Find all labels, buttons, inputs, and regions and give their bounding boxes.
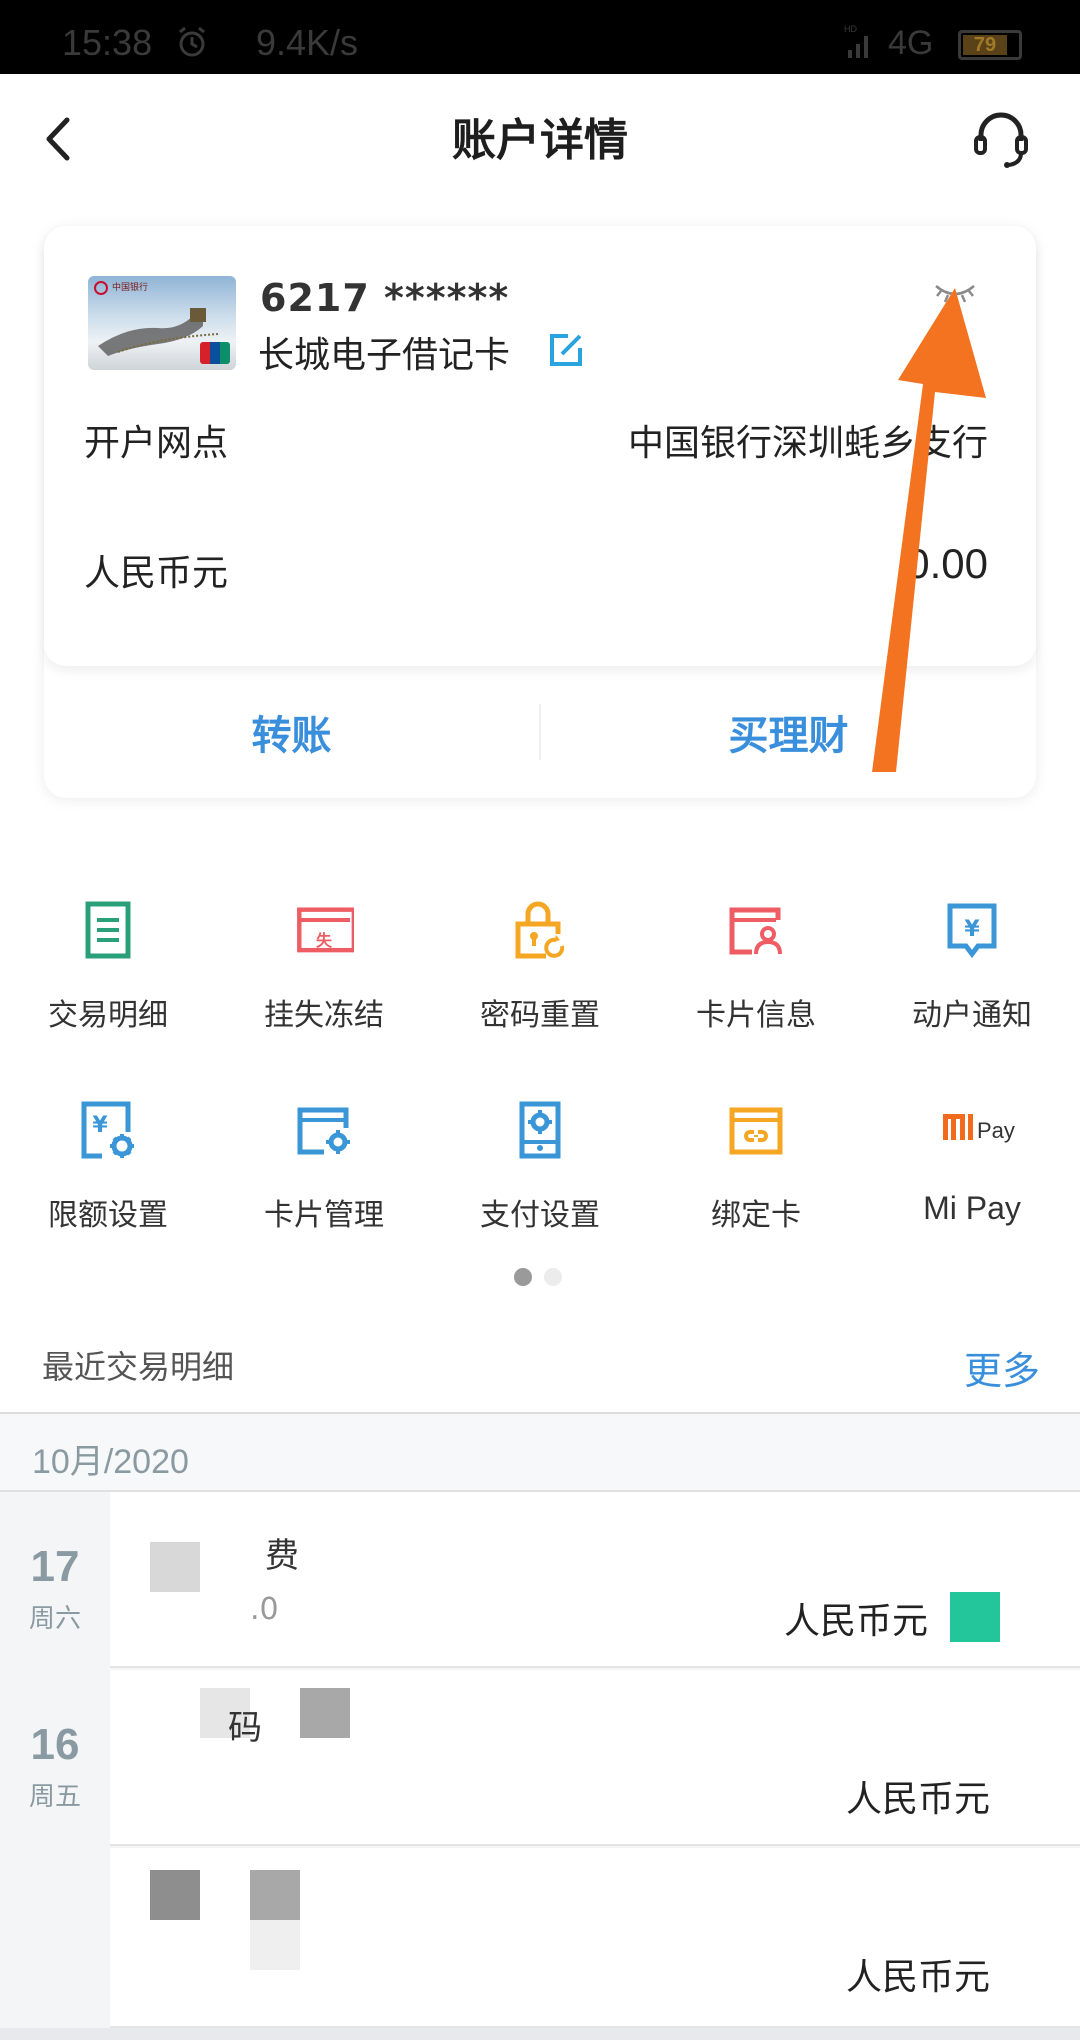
bank-card-image: 中国银行 xyxy=(88,276,236,370)
transaction-date: 16 周五 xyxy=(0,1720,110,1813)
function-account-notice[interactable]: ¥ 动户通知 xyxy=(864,880,1080,1040)
redacted-block xyxy=(250,1870,300,1920)
redacted-amount-badge xyxy=(950,1592,1000,1642)
transaction-desc: 费 xyxy=(265,1536,299,1576)
redacted-block xyxy=(150,1870,200,1920)
function-label: 支付设置 xyxy=(480,1198,600,1233)
document-list-icon xyxy=(85,901,131,959)
more-link[interactable]: 更多 xyxy=(964,1340,1040,1395)
card-lost-icon: 失 xyxy=(297,907,354,953)
balance-value: 0.00 xyxy=(906,540,988,587)
currency-label: 人民币元 xyxy=(84,553,229,594)
transaction-currency: 人民币元 xyxy=(845,1779,990,1820)
function-grid: 交易明细 失 挂失冻结 密码重置 卡片信息 ¥ 动户通知 ¥ 限额设置 卡片管理… xyxy=(0,880,1080,1240)
signal-icon: HD xyxy=(844,24,868,58)
month-label: 10月/2020 xyxy=(32,1443,189,1481)
function-label: 交易明细 xyxy=(48,998,168,1033)
transaction-row[interactable]: 码 人民币元 xyxy=(110,1670,1080,1846)
battery-level: 79 xyxy=(963,35,1007,55)
account-info: 中国银行 6217 ****** 长城电子借记卡 开户网点 中国银行深圳蚝乡支行… xyxy=(44,226,1036,666)
function-mi-pay[interactable]: Pay Mi Pay xyxy=(864,1080,1080,1240)
card-gear-icon xyxy=(297,1107,350,1155)
branch-value: 中国银行深圳蚝乡支行 xyxy=(627,423,988,464)
function-limit-settings[interactable]: ¥ 限额设置 xyxy=(0,1080,216,1240)
transaction-list: 17 周六 费 .0 人民币元 16 周五 码 人民币元 人民币元 xyxy=(0,1492,1080,2040)
redacted-block xyxy=(150,1542,200,1592)
function-label: 密码重置 xyxy=(480,998,600,1033)
status-network: 4G xyxy=(888,24,934,62)
svg-text:¥: ¥ xyxy=(92,1113,108,1138)
transaction-desc: 码 xyxy=(228,1708,262,1748)
account-actions: 转账 买理财 xyxy=(44,666,1036,798)
phone-gear-icon xyxy=(519,1101,561,1159)
recent-transactions-title: 最近交易明细 xyxy=(42,1348,235,1386)
page-title: 账户详情 xyxy=(452,115,628,166)
account-card: 中国银行 6217 ****** 长城电子借记卡 开户网点 中国银行深圳蚝乡支行… xyxy=(44,226,1036,798)
mipay-logo-icon: Pay xyxy=(943,1114,1015,1143)
transaction-row[interactable]: 费 .0 人民币元 xyxy=(110,1492,1080,1668)
function-bind-card[interactable]: 绑定卡 xyxy=(648,1080,864,1240)
app-header: 账户详情 xyxy=(0,74,1080,204)
card-user-icon xyxy=(729,907,782,955)
transaction-currency: 人民币元 xyxy=(845,1957,990,1998)
function-label: 绑定卡 xyxy=(711,1198,801,1233)
svg-text:失: 失 xyxy=(316,931,333,950)
customer-service-button[interactable] xyxy=(966,104,1036,174)
card-name: 长城电子借记卡 xyxy=(258,335,511,376)
redacted-block xyxy=(300,1688,350,1738)
month-header: 10月/2020 xyxy=(0,1412,1080,1492)
day-number: 16 xyxy=(30,1720,80,1769)
alarm-icon xyxy=(179,26,205,57)
day-number: 17 xyxy=(30,1542,80,1591)
buy-wealth-button[interactable]: 买理财 xyxy=(541,703,1036,761)
weekday: 周五 xyxy=(28,1782,81,1812)
yuan-message-icon: ¥ xyxy=(947,903,997,959)
function-payment-settings[interactable]: 支付设置 xyxy=(432,1080,648,1240)
status-net-speed: 9.4K/s xyxy=(256,22,359,63)
yuan-gear-icon: ¥ xyxy=(81,1101,134,1159)
function-label: 卡片管理 xyxy=(264,1198,384,1233)
function-transaction-details[interactable]: 交易明细 xyxy=(0,880,216,1040)
transaction-currency: 人民币元 xyxy=(783,1601,928,1642)
function-password-reset[interactable]: 密码重置 xyxy=(432,880,648,1040)
svg-text:Pay: Pay xyxy=(977,1118,1015,1143)
bank-logo-text: 中国银行 xyxy=(112,283,149,293)
bank-logo-icon xyxy=(94,281,108,295)
function-label: 限额设置 xyxy=(48,1198,168,1233)
card-number: 6217 ****** xyxy=(260,276,510,320)
eye-closed-icon[interactable] xyxy=(932,280,978,310)
card-link-icon xyxy=(729,1107,783,1155)
function-label: 挂失冻结 xyxy=(264,998,384,1033)
transfer-button[interactable]: 转账 xyxy=(44,703,539,761)
edit-icon[interactable] xyxy=(546,330,586,370)
page-dot-active[interactable] xyxy=(514,1268,532,1286)
bottom-edge xyxy=(0,2028,1080,2040)
redacted-block xyxy=(250,1920,300,1970)
transaction-date: 17 周六 xyxy=(0,1542,110,1635)
battery-icon: 79 xyxy=(958,30,1022,60)
weekday: 周六 xyxy=(28,1604,81,1634)
function-card-management[interactable]: 卡片管理 xyxy=(216,1080,432,1240)
function-card-info[interactable]: 卡片信息 xyxy=(648,880,864,1040)
page-indicator xyxy=(514,1268,566,1288)
branch-label: 开户网点 xyxy=(84,423,229,464)
status-bar: 15:38 9.4K/s HD 4G 79 xyxy=(0,0,1080,74)
function-report-loss[interactable]: 失 挂失冻结 xyxy=(216,880,432,1040)
headset-icon xyxy=(974,112,1028,168)
transaction-amount: .0 xyxy=(250,1592,279,1627)
function-label: 动户通知 xyxy=(912,998,1032,1033)
page-dot-inactive[interactable] xyxy=(544,1268,562,1286)
unionpay-logo-icon xyxy=(200,342,230,364)
function-label: 卡片信息 xyxy=(696,998,816,1033)
transaction-row[interactable]: 人民币元 xyxy=(110,1848,1080,2028)
recent-transactions-header: 最近交易明细 更多 xyxy=(0,1320,1080,1412)
svg-text:¥: ¥ xyxy=(964,917,980,942)
function-label: Mi Pay xyxy=(923,1190,1021,1226)
svg-text:HD: HD xyxy=(844,24,857,34)
lock-reset-icon xyxy=(515,901,565,959)
status-time: 15:38 xyxy=(62,22,153,63)
